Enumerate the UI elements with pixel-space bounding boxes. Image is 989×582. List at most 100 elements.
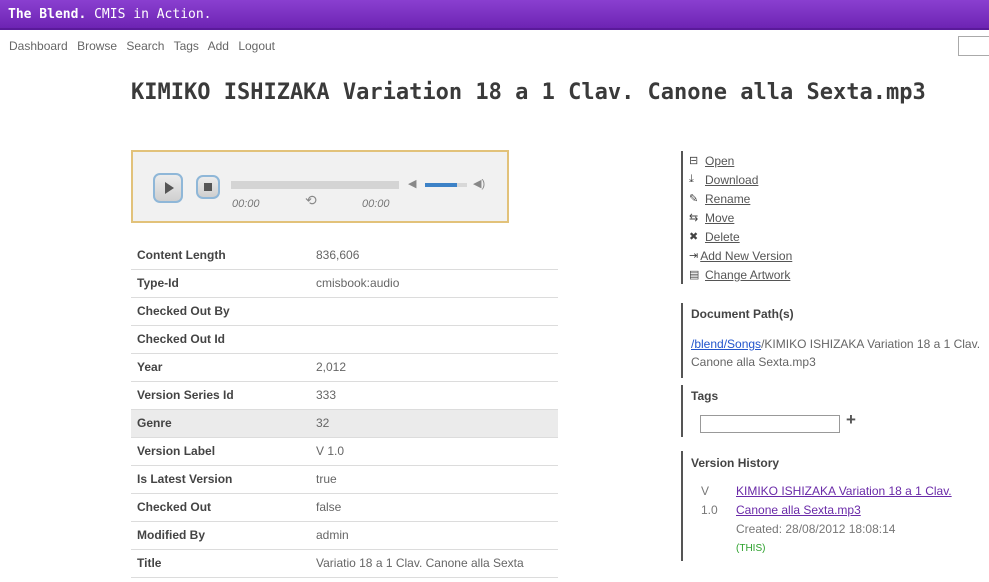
version-link[interactable]: KIMIKO ISHIZAKA Variation 18 a 1 Clav. Ca… <box>736 484 952 517</box>
table-row: Checked Out Id <box>131 325 558 354</box>
property-key: Checked Out <box>131 493 316 522</box>
version-prefix: V <box>701 484 710 498</box>
table-row: Year 2,012 <box>131 353 558 382</box>
stop-button[interactable] <box>196 175 220 199</box>
property-key: Checked Out Id <box>131 325 316 354</box>
current-version-badge: (THIS) <box>736 543 766 554</box>
delete-icon: ✖ <box>689 231 699 243</box>
volume-slider[interactable] <box>425 183 467 187</box>
table-row: Checked Out By <box>131 297 558 326</box>
action-label: Delete <box>705 229 740 244</box>
action-add-new-version[interactable]: ⇥ Add New Version <box>689 246 793 265</box>
property-key: Year <box>131 353 316 382</box>
loop-icon[interactable]: ⟲ <box>305 192 317 209</box>
version-value: 1.0 <box>701 503 718 517</box>
version-link-line2: Canone alla Sexta.mp3 <box>736 503 861 517</box>
volume-up-icon[interactable]: ◀) <box>473 177 485 190</box>
nav-browse[interactable]: Browse <box>77 39 117 53</box>
volume-level <box>425 183 457 187</box>
table-row: Version Series Id 333 <box>131 381 558 410</box>
action-label: Open <box>705 153 735 168</box>
properties-table: Content Length 836,606 Type-Id cmisbook:au… <box>131 241 558 578</box>
play-button[interactable] <box>153 173 183 203</box>
actions-menu: ⊟ Open ⤓ Download ✎ Rename ⇆ Move ✖ Delete ⇥ A… <box>681 151 793 284</box>
property-value: admin <box>316 521 558 550</box>
current-time: 00:00 <box>232 198 260 210</box>
property-key: Version Label <box>131 437 316 466</box>
page-title: KIMIKO ISHIZAKA Variation 18 a 1 Clav. C… <box>131 80 926 105</box>
table-row: Genre 32 <box>131 409 558 438</box>
artwork-icon: ▤ <box>689 269 700 281</box>
document-path-link[interactable]: /blend/Songs <box>691 337 761 351</box>
search-input[interactable] <box>958 36 989 56</box>
table-row: Checked Out false <box>131 493 558 522</box>
add-version-icon: ⇥ <box>689 250 699 262</box>
stop-icon <box>204 183 212 191</box>
download-icon: ⤓ <box>689 173 694 185</box>
action-delete[interactable]: ✖ Delete <box>689 227 791 246</box>
main-nav: Dashboard Browse Search Tags Add Logout <box>9 39 281 53</box>
action-open[interactable]: ⊟ Open <box>689 151 791 170</box>
action-rename[interactable]: ✎ Rename <box>689 189 791 208</box>
move-icon: ⇆ <box>689 212 699 224</box>
action-change-artwork[interactable]: ▤ Change Artwork <box>689 265 791 284</box>
property-value: false <box>316 493 558 522</box>
nav-dashboard[interactable]: Dashboard <box>9 39 68 53</box>
audio-player: 00:00 ⟲ 00:00 ◀ ◀) <box>131 150 509 223</box>
action-move[interactable]: ⇆ Move <box>689 208 791 227</box>
table-row: Modified By admin <box>131 521 558 550</box>
property-value: 32 <box>316 409 558 438</box>
document-paths-section: Document Path(s) /blend/Songs/KIMIKO ISH… <box>681 303 981 378</box>
property-value: 333 <box>316 381 558 410</box>
action-label: Move <box>705 210 735 225</box>
property-value <box>316 297 558 326</box>
duration-time: 00:00 <box>362 198 390 210</box>
property-key: Genre <box>131 409 316 438</box>
document-paths-heading: Document Path(s) <box>691 307 794 321</box>
action-label: Download <box>705 172 759 187</box>
property-key: Version Series Id <box>131 381 316 410</box>
property-value: V 1.0 <box>316 437 558 466</box>
table-row: Title Variatio 18 a 1 Clav. Canone alla S… <box>131 549 558 578</box>
nav-tags[interactable]: Tags <box>174 39 199 53</box>
seek-bar[interactable] <box>231 181 399 189</box>
table-row: Content Length 836,606 <box>131 241 558 270</box>
table-row: Type-Id cmisbook:audio <box>131 269 558 298</box>
action-label: Rename <box>705 191 751 206</box>
action-download[interactable]: ⤓ Download <box>689 170 791 189</box>
version-link-line1: KIMIKO ISHIZAKA Variation 18 a 1 Clav. <box>736 484 952 498</box>
action-label: Add New Version <box>700 248 793 263</box>
app-brand[interactable]: The Blend. CMIS in Action. <box>8 7 212 22</box>
rename-icon: ✎ <box>689 193 699 205</box>
open-icon: ⊟ <box>689 155 699 167</box>
property-value: cmisbook:audio <box>316 269 558 298</box>
property-value: 836,606 <box>316 241 558 270</box>
nav-add[interactable]: Add <box>208 39 229 53</box>
property-key: Title <box>131 549 316 578</box>
play-icon <box>164 182 174 194</box>
version-created: Created: 28/08/2012 18:08:14 <box>736 522 896 536</box>
version-entry: KIMIKO ISHIZAKA Variation 18 a 1 Clav. Ca… <box>736 482 952 558</box>
add-tag-button[interactable]: + <box>846 410 856 430</box>
property-key: Checked Out By <box>131 297 316 326</box>
document-path: /blend/Songs/KIMIKO ISHIZAKA Variation 1… <box>691 335 981 371</box>
nav-search[interactable]: Search <box>126 39 164 53</box>
table-row: Version Label V 1.0 <box>131 437 558 466</box>
property-value: Variatio 18 a 1 Clav. Canone alla Sexta <box>316 549 558 578</box>
top-bar: The Blend. CMIS in Action. <box>0 0 989 30</box>
tags-section: Tags + <box>681 385 981 437</box>
property-value: true <box>316 465 558 494</box>
property-value: 2,012 <box>316 353 558 382</box>
property-key: Is Latest Version <box>131 465 316 494</box>
property-key: Content Length <box>131 241 316 270</box>
brand-name: The Blend. <box>8 7 87 22</box>
version-number: V 1.0 <box>701 482 718 520</box>
table-row: Is Latest Version true <box>131 465 558 494</box>
version-history-heading: Version History <box>691 456 780 470</box>
action-label: Change Artwork <box>705 267 791 282</box>
tag-input[interactable] <box>700 415 840 433</box>
volume-down-icon[interactable]: ◀ <box>408 177 416 190</box>
property-value <box>316 325 558 354</box>
property-key: Modified By <box>131 521 316 550</box>
nav-logout[interactable]: Logout <box>238 39 275 53</box>
